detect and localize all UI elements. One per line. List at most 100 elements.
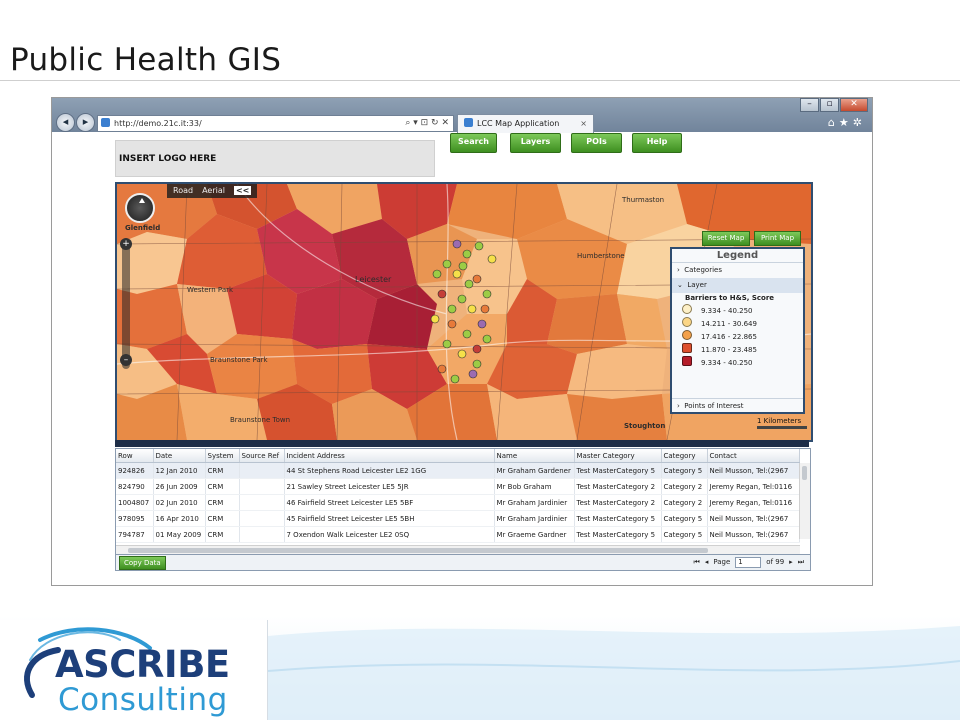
cell: Test MasterCategory 2 xyxy=(574,494,662,511)
col-header-category[interactable]: Category xyxy=(661,449,708,463)
legend-item: 9.334 - 40.250 xyxy=(672,304,803,317)
first-page-icon[interactable]: ⏮ xyxy=(694,556,700,569)
legend-title: Legend xyxy=(672,249,803,263)
map-label-stoughton: Stoughton xyxy=(624,422,666,430)
cell: 02 Jun 2010 xyxy=(153,494,206,511)
pager-controls: ⏮ ◂ Page 1 of 99 ▸ ⏭ xyxy=(689,556,804,569)
logo-text-ascribe: ASCRIBE xyxy=(55,643,230,686)
zoom-slider[interactable] xyxy=(122,244,130,369)
legend-swatch-icon xyxy=(682,356,692,366)
col-header-source-ref[interactable]: Source Ref xyxy=(239,449,285,463)
legend-item: 9.334 - 40.250 xyxy=(672,356,803,369)
col-header-incident-address[interactable]: Incident Address xyxy=(284,449,495,463)
browser-tab[interactable]: LCC Map Application × xyxy=(457,114,594,133)
close-window-button[interactable]: ✕ xyxy=(840,98,868,112)
cell: Test MasterCategory 2 xyxy=(574,478,662,495)
logo-divider xyxy=(267,620,268,720)
legend-item-range: 11.870 - 23.485 xyxy=(701,346,757,354)
home-icon[interactable]: ⌂ xyxy=(828,116,839,129)
page-label: Page xyxy=(713,558,731,566)
legend-layer[interactable]: ⌄ Layer xyxy=(672,278,803,293)
cell: Mr Graham Jardinier xyxy=(494,510,575,527)
table-row[interactable]: 1004807 02 Jun 2010 CRM 46 Fairfield Street… xyxy=(116,494,800,511)
cell xyxy=(239,510,285,527)
cell: 46 Fairfield Street Leicester LE5 5BF xyxy=(284,494,495,511)
cell: 794787 xyxy=(116,526,154,543)
back-icon[interactable]: ◂ xyxy=(56,113,75,132)
tab-close-icon[interactable]: × xyxy=(580,115,587,133)
forward-icon[interactable]: ▸ xyxy=(76,113,95,132)
reset-map-button[interactable]: Reset Map xyxy=(702,231,750,246)
table-row[interactable]: 824790 26 Jun 2009 CRM 21 Sawley Street Lei… xyxy=(116,478,800,495)
gear-icon[interactable]: ✲ xyxy=(853,116,866,129)
zoom-in-button[interactable]: + xyxy=(120,238,132,250)
cell: 1004807 xyxy=(116,494,154,511)
map-view[interactable]: Road Aerial << + – Glenfield Leicester Wes… xyxy=(115,182,813,442)
table-row[interactable]: 794787 01 May 2009 CRM 7 Oxendon Walk Leice… xyxy=(116,526,800,543)
logo-text-consulting: Consulting xyxy=(58,682,228,718)
last-page-icon[interactable]: ⏭ xyxy=(798,556,804,569)
legend-item-range: 9.334 - 40.250 xyxy=(701,307,753,315)
prev-page-icon[interactable]: ◂ xyxy=(705,556,709,569)
copy-data-button[interactable]: Copy Data xyxy=(119,556,166,570)
cell: CRM xyxy=(205,462,240,479)
vertical-scrollbar[interactable] xyxy=(799,463,810,539)
screenshot-frame: – ▫ ✕ ◂ ▸ http://demo.21c.it:33/ ⌕ ▾ ⊡ ↻… xyxy=(51,97,873,586)
incident-grid: Row Date System Source Ref Incident Addr… xyxy=(115,448,811,556)
star-icon[interactable]: ★ xyxy=(839,116,853,129)
address-bar[interactable]: http://demo.21c.it:33/ ⌕ ▾ ⊡ ↻ ✕ xyxy=(97,115,454,132)
cell: Category 5 xyxy=(661,526,708,543)
collapse-toolbar-button[interactable]: << xyxy=(233,186,252,195)
road-toggle[interactable]: Road xyxy=(173,186,193,195)
col-header-system[interactable]: System xyxy=(205,449,240,463)
minimize-button[interactable]: – xyxy=(800,98,819,112)
legend-swatch-icon xyxy=(682,317,692,327)
legend-swatch-icon xyxy=(682,343,692,353)
maximize-button[interactable]: ▫ xyxy=(820,98,839,112)
cell: Neil Musson, Tel:(2967 xyxy=(707,462,800,479)
cell: Category 2 xyxy=(661,478,708,495)
legend-points-of-interest[interactable]: › Points of Interest xyxy=(672,398,803,412)
cell: 12 Jan 2010 xyxy=(153,462,206,479)
cell: CRM xyxy=(205,478,240,495)
window-buttons: – ▫ ✕ xyxy=(799,98,868,112)
next-page-icon[interactable]: ▸ xyxy=(789,556,793,569)
address-tools-icon[interactable]: ⌕ ▾ ⊡ ↻ ✕ xyxy=(405,116,449,131)
compass-icon[interactable] xyxy=(125,193,155,223)
legend-swatch-icon xyxy=(682,330,692,340)
cell: Mr Graeme Gardner xyxy=(494,526,575,543)
col-header-contact[interactable]: Contact xyxy=(707,449,800,463)
zoom-out-button[interactable]: – xyxy=(120,354,132,366)
col-header-row[interactable]: Row xyxy=(116,449,154,463)
col-header-name[interactable]: Name xyxy=(494,449,575,463)
table-row[interactable]: 978095 16 Apr 2010 CRM 45 Fairfield Street … xyxy=(116,510,800,527)
cell: Jeremy Regan, Tel:0116 xyxy=(707,494,800,511)
layers-button[interactable]: Layers xyxy=(510,133,561,153)
panel-splitter[interactable] xyxy=(115,440,809,447)
browser-chrome: – ▫ ✕ ◂ ▸ http://demo.21c.it:33/ ⌕ ▾ ⊡ ↻… xyxy=(52,98,872,133)
aerial-toggle[interactable]: Aerial xyxy=(202,186,225,195)
cell: 01 May 2009 xyxy=(153,526,206,543)
legend-item-range: 17.416 - 22.865 xyxy=(701,333,757,341)
pois-button[interactable]: POIs xyxy=(571,133,622,153)
cell: Mr Graham Jardinier xyxy=(494,494,575,511)
search-button[interactable]: Search xyxy=(450,133,497,153)
cell: 26 Jun 2009 xyxy=(153,478,206,495)
cell: Test MasterCategory 5 xyxy=(574,510,662,527)
col-header-master-category[interactable]: Master Category xyxy=(574,449,662,463)
cell: Neil Musson, Tel:(2967 xyxy=(707,526,800,543)
cell: 978095 xyxy=(116,510,154,527)
legend-item: 17.416 - 22.865 xyxy=(672,330,803,343)
cell: 44 St Stephens Road Leicester LE2 1GG xyxy=(284,462,495,479)
map-label-western-park: Western Park xyxy=(187,286,234,294)
col-header-date[interactable]: Date xyxy=(153,449,206,463)
cell: CRM xyxy=(205,526,240,543)
legend-item: 14.211 - 30.649 xyxy=(672,317,803,330)
print-map-button[interactable]: Print Map xyxy=(754,231,801,246)
legend-categories[interactable]: › Categories xyxy=(672,263,803,278)
legend-swatch-icon xyxy=(682,304,692,314)
help-button[interactable]: Help xyxy=(632,133,682,153)
cell: 824790 xyxy=(116,478,154,495)
table-row[interactable]: 924826 12 Jan 2010 CRM 44 St Stephens Road … xyxy=(116,462,800,479)
page-number-input[interactable]: 1 xyxy=(735,557,762,568)
